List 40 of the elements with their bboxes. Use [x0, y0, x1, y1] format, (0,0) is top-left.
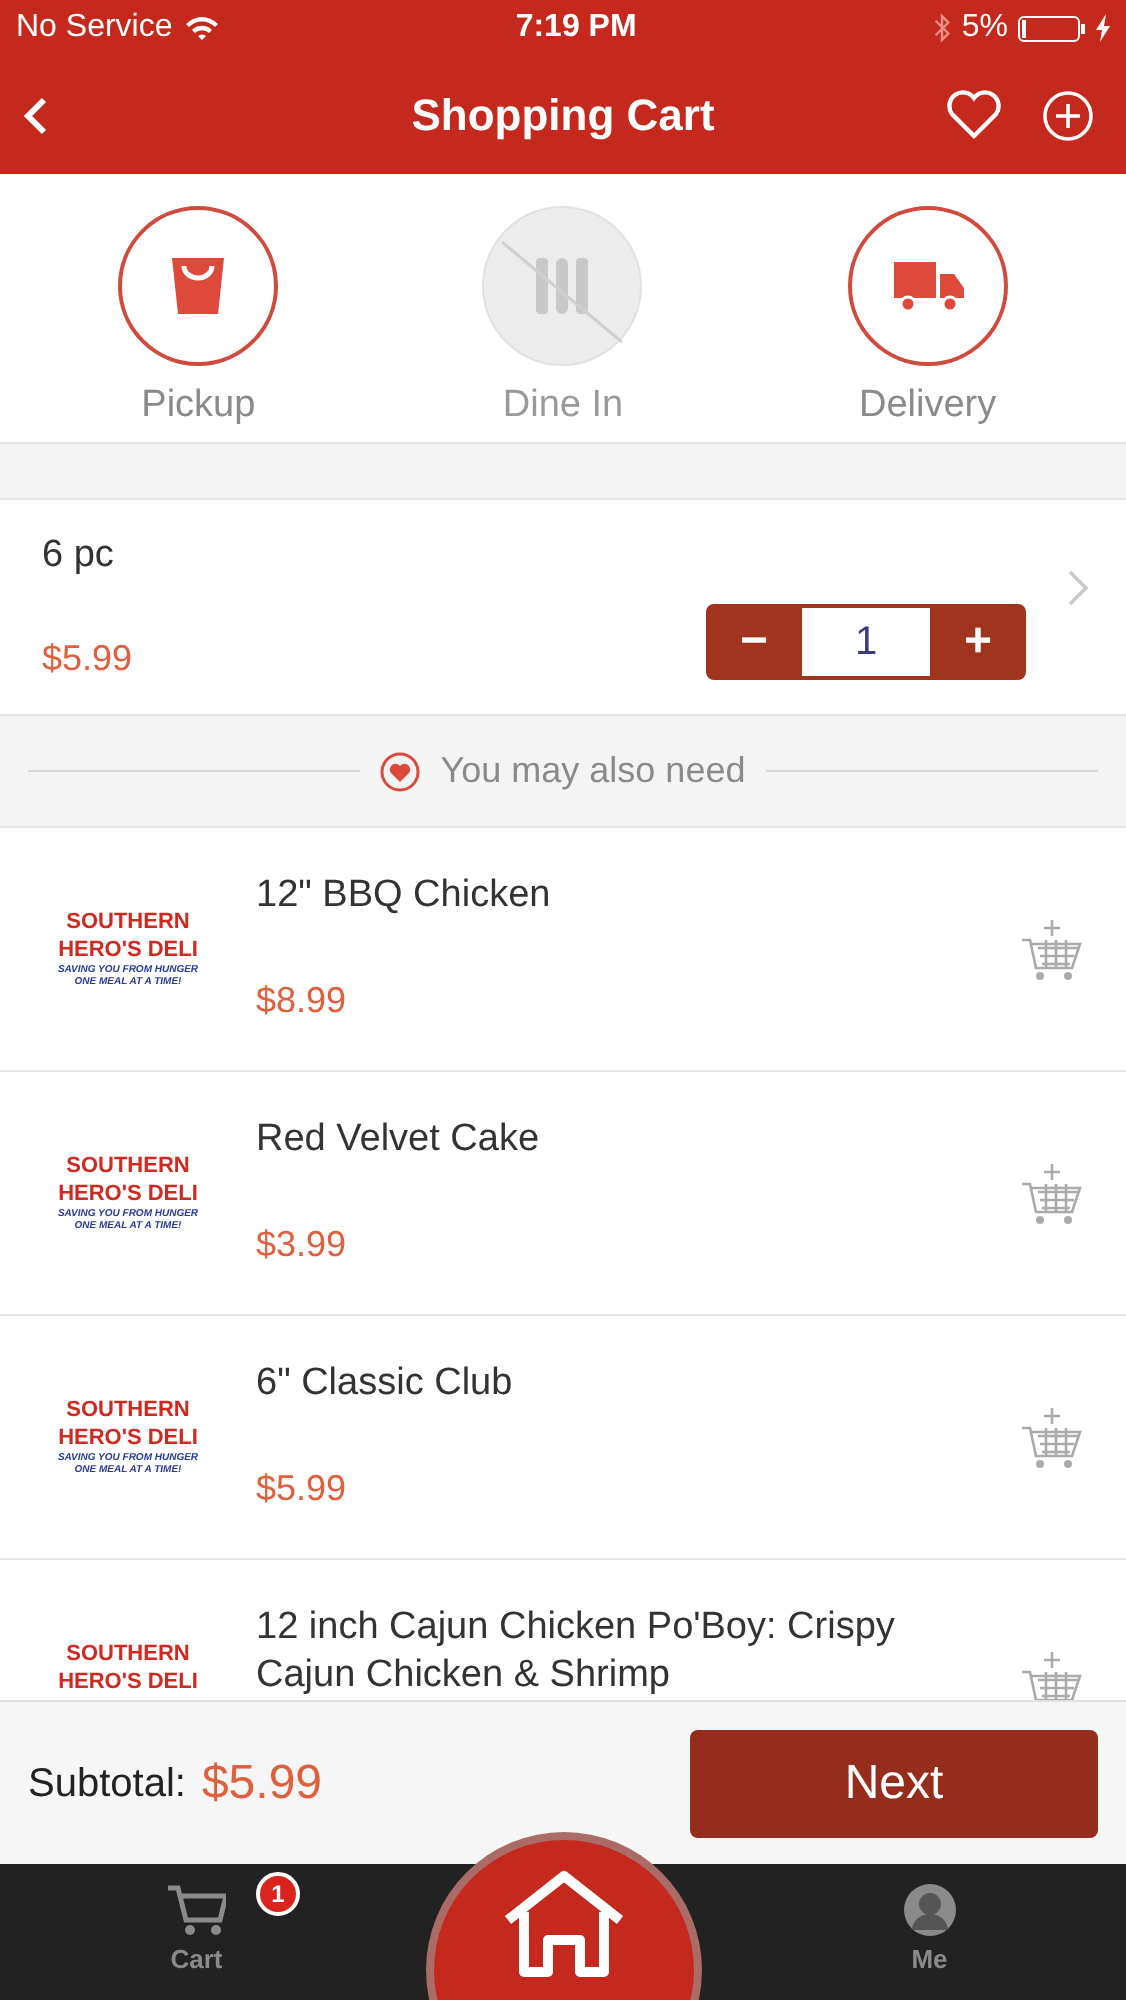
product-price: $8.99	[256, 978, 349, 1024]
battery-percent: 5%	[961, 8, 1008, 48]
cart-plus-icon	[1018, 916, 1086, 984]
subtotal-label: Subtotal:	[28, 1759, 186, 1809]
next-button[interactable]: Next	[690, 1729, 1098, 1837]
cart-plus-icon	[1018, 1404, 1086, 1472]
deli-logo: SOUTHERN HERO'S DELI	[58, 1640, 198, 1696]
count-badge: 1	[256, 1872, 300, 1916]
cart-icon	[166, 1884, 227, 1937]
plus-circle-icon	[1042, 89, 1094, 141]
charging-icon	[1096, 14, 1110, 42]
wifi-icon	[184, 14, 221, 42]
item-name: 6 pc	[42, 532, 116, 580]
subtotal-amount: $5.99	[201, 1753, 325, 1813]
product-price: $5.99	[256, 1466, 349, 1512]
increase-button[interactable]: +	[930, 604, 1026, 680]
product-name: 12 inch Cajun Chicken Po'Boy: Crispy Cajun Chicken & Shrimp	[256, 1604, 897, 1700]
back-icon	[24, 95, 48, 135]
add-button[interactable]	[1042, 89, 1094, 141]
battery-icon	[1018, 15, 1086, 41]
cart-plus-icon	[1018, 1648, 1086, 1700]
cart-tab[interactable]: Cart 1	[0, 1864, 393, 2000]
favorite-button[interactable]	[946, 90, 1002, 140]
decrease-button[interactable]: −	[706, 604, 802, 680]
product-price: $3.99	[256, 1222, 349, 1268]
carrier-text: No Service	[16, 8, 173, 48]
home-icon	[499, 1868, 627, 1980]
section-heading: You may also need	[440, 748, 746, 794]
bluetooth-icon	[931, 12, 952, 44]
heart-icon	[946, 90, 1002, 140]
product-name: 12" BBQ Chicken	[256, 872, 553, 920]
cart-plus-icon	[1018, 1160, 1086, 1228]
product-name: Red Velvet Cake	[256, 1116, 542, 1164]
chevron-right-icon	[1066, 567, 1090, 607]
screen-title: Shopping Cart	[411, 88, 715, 144]
avatar-icon	[903, 1884, 956, 1937]
clock-text: 7:19 PM	[515, 8, 637, 48]
profile-tab[interactable]: Me	[733, 1864, 1126, 2000]
item-price: $5.99	[42, 636, 135, 682]
product-name: 6" Classic Club	[256, 1360, 515, 1408]
